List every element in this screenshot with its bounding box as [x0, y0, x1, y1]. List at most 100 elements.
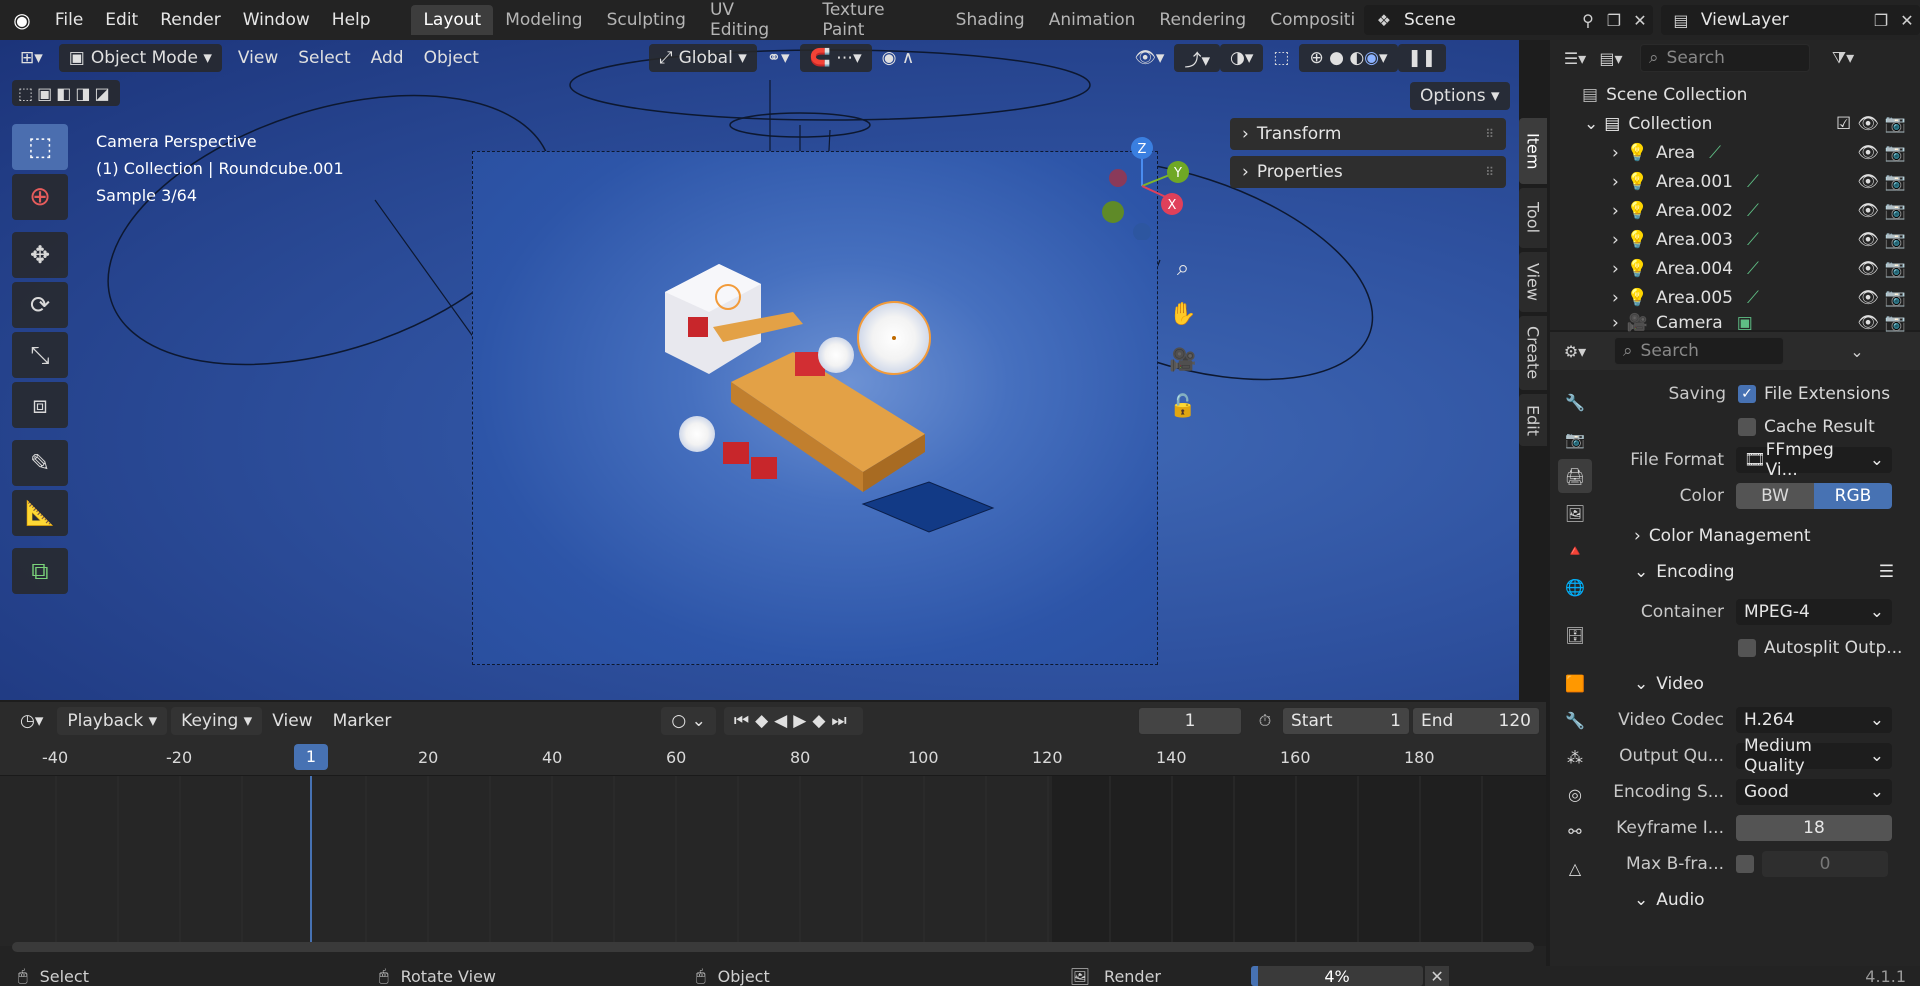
transform-tool-icon[interactable]: ⧈	[12, 382, 68, 428]
viewlayer-icon[interactable]: ▤	[1661, 7, 1701, 33]
menu-object[interactable]: Object	[414, 44, 489, 72]
drag-handle-icon[interactable]: ⠿	[1485, 127, 1494, 141]
xray-icon[interactable]: ⬚	[1263, 44, 1299, 72]
annotate-tool-icon[interactable]: ✎	[12, 440, 68, 486]
menu-select[interactable]: Select	[288, 44, 360, 72]
current-frame-field[interactable]: 1	[1138, 707, 1242, 735]
scene-collection-row[interactable]: ▤ Scene Collection	[1582, 80, 1920, 109]
pivot-icon[interactable]: ⚭▾	[757, 44, 800, 72]
lock-camera-icon[interactable]: 🔓	[1165, 388, 1201, 424]
properties-editor-type-icon[interactable]: ⚙▾	[1562, 338, 1588, 364]
menu-help[interactable]: Help	[321, 0, 382, 40]
snap-icon[interactable]: 🧲 ⋯▾	[799, 44, 872, 72]
timeline-editor-type-icon[interactable]: ◷▾	[10, 707, 53, 735]
tab-edit[interactable]: Edit	[1519, 394, 1547, 446]
scene-tab-icon[interactable]: 🔺	[1558, 533, 1592, 567]
selection-mode-buttons[interactable]: ⬚▣◧◨◪	[12, 80, 120, 106]
outliner-item-area-002[interactable]: › 💡 Area.002 ⟋ 👁📷	[1582, 196, 1920, 225]
collection-tab-icon[interactable]: 🗄	[1558, 618, 1592, 652]
presets-list-icon[interactable]: ☰	[1879, 562, 1894, 582]
tab-sculpting[interactable]: Sculpting	[595, 5, 698, 35]
add-cube-tool-icon[interactable]: ⧉	[12, 548, 68, 594]
constraints-tab-icon[interactable]: ⚯	[1558, 814, 1592, 848]
video-codec-dropdown[interactable]: H.264 ⌄	[1736, 707, 1892, 733]
menu-file[interactable]: File	[44, 0, 94, 40]
physics-tab-icon[interactable]: ◎	[1558, 777, 1592, 811]
move-tool-icon[interactable]: ✥	[12, 232, 68, 278]
timeline-editor[interactable]: ◷▾ Playback ▾ Keying ▾ View Marker ○ ⌄ ⏮…	[0, 702, 1546, 966]
menu-view[interactable]: View	[228, 44, 288, 72]
drag-handle-icon[interactable]: ⠿	[1485, 165, 1494, 179]
timeline-menu-view[interactable]: View	[262, 707, 322, 735]
start-frame-field[interactable]: Start 1	[1282, 707, 1410, 735]
encoding-speed-dropdown[interactable]: Good ⌄	[1736, 779, 1892, 805]
world-tab-icon[interactable]: 🌐	[1558, 570, 1592, 604]
data-tab-icon[interactable]: △	[1558, 851, 1592, 885]
scene-name[interactable]: Scene	[1404, 10, 1575, 30]
visibility-toggles[interactable]: 👁📷	[1857, 313, 1912, 333]
display-mode-icon[interactable]: ▤▾	[1598, 45, 1624, 71]
tab-texture-paint[interactable]: Texture Paint	[810, 0, 943, 40]
close-icon[interactable]: ✕	[1627, 7, 1653, 33]
container-dropdown[interactable]: MPEG-4 ⌄	[1736, 599, 1892, 625]
tool-tab-icon[interactable]: 🔧	[1558, 385, 1592, 419]
object-tab-icon[interactable]: 🟧	[1558, 666, 1592, 700]
filter-icon[interactable]: ⧩▾	[1830, 45, 1856, 71]
record-icon[interactable]: ○ ⌄	[661, 707, 716, 735]
keyframe-interval-field[interactable]: 18	[1736, 815, 1892, 841]
outliner-item-area-004[interactable]: › 💡 Area.004 ⟋ 👁📷	[1582, 254, 1920, 283]
tab-create[interactable]: Create	[1519, 316, 1547, 390]
file-extensions-checkbox[interactable]: ✓	[1738, 385, 1756, 403]
modifier-tab-icon[interactable]: 🔧	[1558, 703, 1592, 737]
playhead-frame[interactable]: 1	[294, 744, 328, 770]
max-bframes-field[interactable]: 0	[1762, 851, 1888, 877]
pin-icon[interactable]: ⚲	[1575, 7, 1601, 33]
new-scene-icon[interactable]: ❐	[1601, 7, 1627, 33]
video-section[interactable]: ⌄ Video	[1606, 666, 1906, 702]
rotate-tool-icon[interactable]: ⟳	[12, 282, 68, 328]
orientation-dropdown[interactable]: ⤢ Global ▾	[648, 44, 757, 72]
color-bw-button[interactable]: BW	[1736, 483, 1814, 509]
tab-modeling[interactable]: Modeling	[493, 5, 594, 35]
properties-panel[interactable]: › Properties ⠿	[1230, 156, 1506, 188]
camera-view-icon[interactable]: 🎥	[1165, 342, 1201, 378]
cache-result-checkbox[interactable]	[1738, 418, 1756, 436]
stopwatch-icon[interactable]: ⏱	[1252, 708, 1278, 734]
outliner-item-camera[interactable]: › 🎥 Camera ▣ 👁📷	[1582, 312, 1920, 334]
outliner-item-area-001[interactable]: › 💡 Area.001 ⟋ 👁📷	[1582, 167, 1920, 196]
scene-selector-icon[interactable]: ❖	[1364, 7, 1404, 33]
color-management-section[interactable]: › Color Management	[1606, 518, 1906, 554]
end-frame-field[interactable]: End 120	[1412, 707, 1540, 735]
mode-dropdown[interactable]: ▣ Object Mode ▾	[58, 44, 222, 72]
zoom-icon[interactable]: ⌕	[1165, 250, 1201, 286]
output-tab-icon[interactable]: 🖨	[1558, 459, 1592, 493]
close-viewlayer-icon[interactable]: ✕	[1894, 7, 1920, 33]
visibility-toggles[interactable]: ☑👁📷	[1836, 114, 1912, 134]
playback-dropdown[interactable]: Playback ▾	[57, 707, 168, 735]
visibility-toggles[interactable]: 👁📷	[1857, 201, 1912, 221]
blender-logo-icon[interactable]: ◉	[0, 7, 44, 33]
expand-icon[interactable]: ⌄	[1584, 114, 1598, 134]
select-box-mode-icons[interactable]: ⬚▣◧◨◪	[18, 84, 114, 103]
tab-uv-editing[interactable]: UV Editing	[698, 0, 810, 40]
cancel-render-icon[interactable]: ✕	[1425, 966, 1450, 986]
measure-tool-icon[interactable]: 📐	[12, 490, 68, 536]
max-bframes-checkbox[interactable]	[1736, 855, 1754, 873]
outliner-search-input[interactable]: ⌕ Search	[1640, 44, 1810, 72]
visibility-toggles[interactable]: 👁📷	[1857, 230, 1912, 250]
menu-window[interactable]: Window	[232, 0, 321, 40]
playback-controls[interactable]: ⏮◆◀▶◆⏭	[723, 707, 863, 735]
visibility-toggles[interactable]: 👁📷	[1857, 259, 1912, 279]
timeline-ruler[interactable]: -40 -20 1 20 40 60 80 100 120 140 160 18…	[0, 740, 1546, 776]
tab-rendering[interactable]: Rendering	[1147, 5, 1258, 35]
proportional-edit-icon[interactable]: ◉ ∧	[872, 44, 925, 72]
outliner-item-area-005[interactable]: › 💡 Area.005 ⟋ 👁📷	[1582, 283, 1920, 312]
keying-dropdown[interactable]: Keying ▾	[171, 707, 263, 735]
visibility-toggles[interactable]: 👁📷	[1857, 172, 1912, 192]
timeline-scrollbar[interactable]	[12, 942, 1534, 952]
outliner-item-area[interactable]: › 💡 Area ⟋ 👁📷	[1582, 138, 1920, 167]
file-format-dropdown[interactable]: 🎞 FFmpeg Vi... ⌄	[1736, 440, 1892, 480]
tab-view[interactable]: View	[1519, 252, 1547, 312]
tab-animation[interactable]: Animation	[1037, 5, 1148, 35]
output-quality-dropdown[interactable]: Medium Quality ⌄	[1736, 736, 1892, 776]
